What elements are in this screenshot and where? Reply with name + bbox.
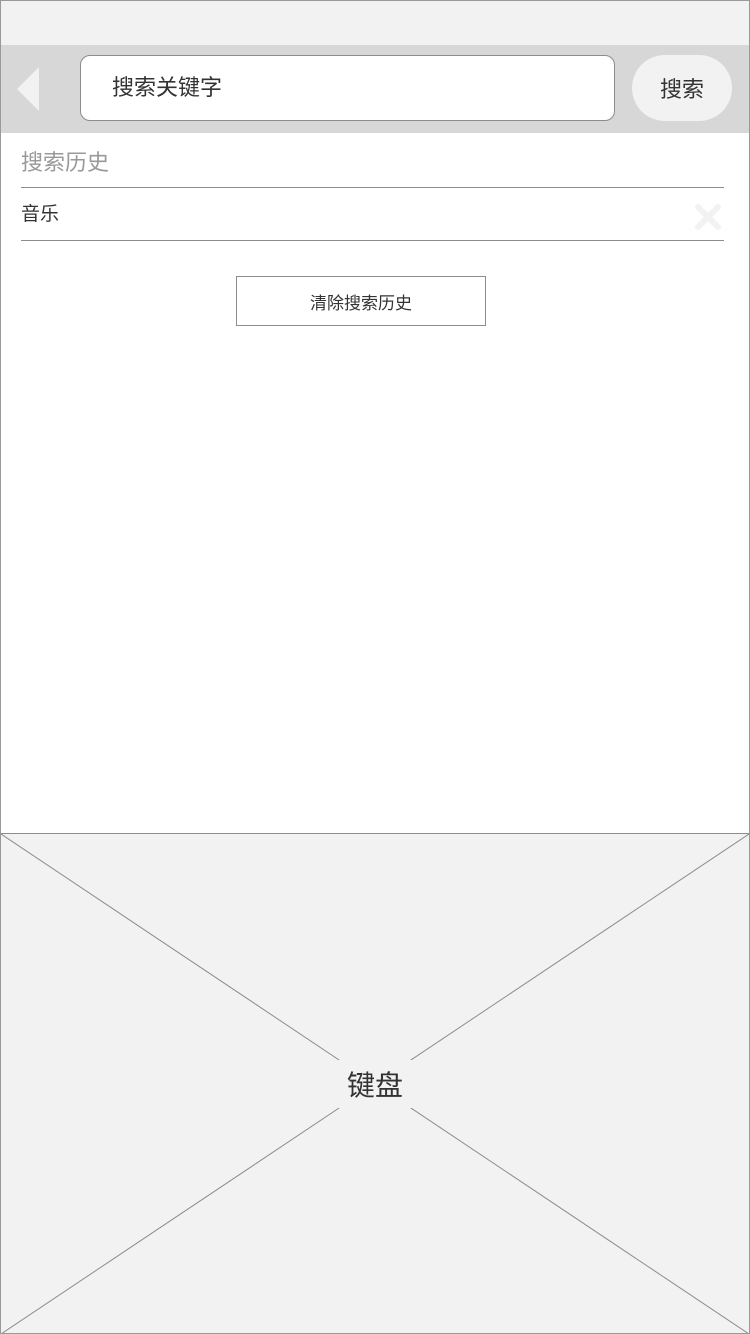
search-bar: 搜索 — [1, 45, 749, 133]
clear-history-button[interactable]: 清除搜索历史 — [236, 276, 486, 326]
divider — [21, 240, 724, 241]
back-button[interactable] — [11, 65, 51, 113]
history-item[interactable]: 音乐 — [21, 188, 724, 240]
close-icon[interactable] — [694, 203, 722, 231]
search-input[interactable] — [80, 55, 615, 121]
chevron-left-icon — [17, 67, 39, 111]
app-frame: 搜索 搜索历史 音乐 清除搜索历史 键盘 — [0, 0, 750, 1334]
search-history-title: 搜索历史 — [21, 151, 110, 176]
history-item-label: 音乐 — [21, 203, 60, 225]
keyboard-placeholder: 键盘 — [1, 833, 749, 1333]
status-bar — [1, 1, 749, 45]
keyboard-label: 键盘 — [335, 1060, 415, 1108]
search-button[interactable]: 搜索 — [632, 55, 732, 121]
